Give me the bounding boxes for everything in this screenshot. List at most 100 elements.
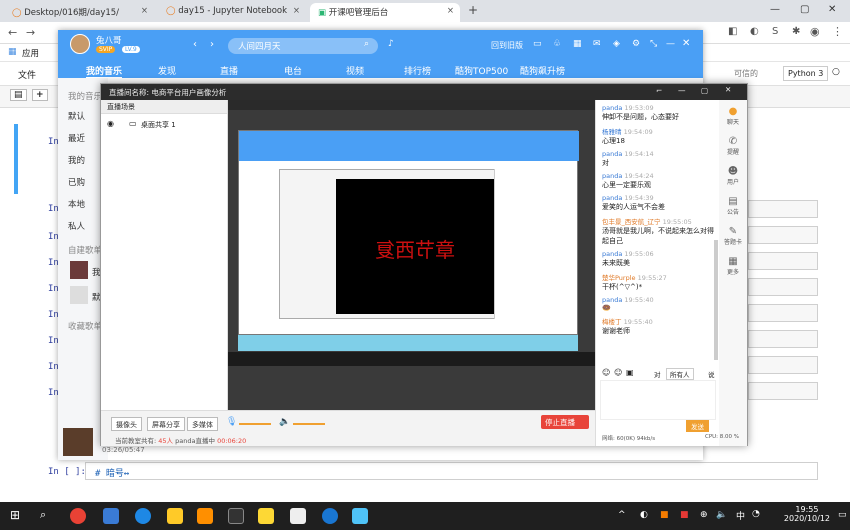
chat-author-name[interactable]: panda [602,250,622,258]
tool-more[interactable]: ▦ 更多 [721,256,745,276]
code-cell[interactable] [748,356,818,374]
forward-icon[interactable]: → [26,26,35,39]
nav-charts[interactable]: 排行榜 [404,64,431,77]
puzzle-icon[interactable]: ✱ [792,26,800,37]
device-icon[interactable]: ▭ [533,39,542,49]
app-icon[interactable] [352,508,368,524]
chat-author-name[interactable]: 杨雅晴 [602,128,622,136]
minimize-icon[interactable]: — [666,39,675,49]
bookmarks-apps-label[interactable]: 应用 [22,47,39,59]
stop-live-button[interactable]: 停止直播 [541,415,589,429]
tray-icon[interactable]: ⊕ [700,510,708,520]
send-button[interactable]: 发送 [686,420,709,432]
search-icon[interactable]: ⌕ [40,508,46,522]
maximize-icon[interactable]: ▢ [701,86,708,95]
chat-author-name[interactable]: panda [602,296,622,304]
app-icon[interactable] [103,508,119,524]
tab-admin[interactable]: ▣ 开课吧管理后台 × [310,3,460,22]
nav-discover[interactable]: 发现 [158,64,176,77]
notification-icon[interactable]: ▭ [838,510,847,520]
ime-indicator[interactable]: 中 [736,509,745,522]
mail-icon[interactable]: ✉ [593,39,601,49]
code-cell[interactable] [748,278,818,296]
nav-rising[interactable]: 酷狗飙升榜 [520,64,565,77]
terminal-icon[interactable] [228,508,244,524]
menu-file[interactable]: 文件 [18,68,36,81]
chat-author-name[interactable]: panda [602,194,622,202]
minimize-icon[interactable]: — [678,86,686,95]
back-icon[interactable]: ‹ [193,39,197,50]
tool-users[interactable]: ☻ 用户 [721,166,745,186]
tray-icon[interactable]: ◐ [640,510,648,520]
tool-remind[interactable]: ✆ 提醒 [721,136,745,156]
forward-icon[interactable]: › [210,39,214,50]
extension-icon[interactable]: ◧ [728,26,737,37]
search-input[interactable]: 人间四月天 [228,38,378,54]
tray-icon[interactable]: ■ [660,510,669,520]
shirt-icon[interactable]: ♧ [553,39,561,49]
nav-video[interactable]: 视频 [346,64,364,77]
code-cell[interactable] [748,226,818,244]
gear-icon[interactable]: ⚙ [632,39,640,49]
profile-icon[interactable]: ◉ [810,25,820,38]
sidebar-item-default[interactable]: 默认 [68,110,85,122]
tool-notice[interactable]: ▤ 公告 [721,196,745,216]
chat-author-name[interactable]: panda [602,104,622,112]
emoji-icon[interactable]: ☺ [614,368,622,377]
close-icon[interactable]: × [141,6,148,16]
close-icon[interactable]: × [447,6,454,16]
sidebar-item-favorites[interactable]: 我的 [68,154,85,166]
code-cell[interactable] [748,200,818,218]
nav-live[interactable]: 直播 [220,64,238,77]
playlist-cover[interactable] [70,261,88,279]
add-cell-icon[interactable]: + [32,89,48,101]
tool-answer-card[interactable]: ✎ 答题卡 [721,226,745,246]
tab-desktop[interactable]: ◯ Desktop/016期/day15/ × [4,3,154,22]
chat-author-name[interactable]: 楚华Purple [602,274,636,282]
extension-icon[interactable]: ◐ [750,26,759,37]
nav-my-music[interactable]: 我的音乐 [86,64,123,79]
nav-radio[interactable]: 电台 [284,64,302,77]
mic-volume-slider[interactable] [239,423,271,425]
tray-icon[interactable]: ◔ [752,509,760,519]
camera-button[interactable]: 摄像头 [111,417,142,431]
minimize-icon[interactable]: — [770,4,780,15]
close-icon[interactable]: ✕ [828,4,836,15]
now-playing-cover[interactable] [63,428,93,456]
shield-icon[interactable]: ◈ [613,39,620,49]
close-icon[interactable]: ✕ [725,85,731,94]
app-icon[interactable] [197,508,213,524]
code-cell[interactable] [748,304,818,322]
code-cell[interactable] [748,252,818,270]
extension-icon[interactable]: S [772,26,778,37]
folder-icon[interactable] [167,508,183,524]
save-icon[interactable]: ▤ [10,89,27,101]
close-icon[interactable]: × [293,6,300,16]
cell-code[interactable]: # 暗号↔ [95,466,129,479]
pin-icon[interactable]: ⌐ [656,86,662,95]
tray-icon[interactable]: ■ [680,510,689,520]
nav-top500[interactable]: 酷狗TOP500 [455,64,508,77]
chat-author-name[interactable]: 梅楼丁 [602,318,622,326]
chat-author-name[interactable]: panda [602,172,622,180]
kugou-icon[interactable] [322,508,338,524]
close-icon[interactable]: ✕ [682,38,690,49]
mic-icon[interactable]: 🎙 [226,417,237,427]
sidebar-item-purchased[interactable]: 已购 [68,176,85,188]
chat-author-name[interactable]: 包丰景_西安航_辽宁 [602,218,661,226]
sidebar-item-private[interactable]: 私人 [68,220,85,232]
new-tab-button[interactable]: + [468,3,478,17]
tray-up-icon[interactable]: ^ [618,510,626,520]
clock[interactable]: 19:55 2020/10/12 [784,505,830,523]
sidebar-item-recent[interactable]: 最近 [68,132,85,144]
active-code-cell[interactable] [85,462,818,480]
app-icon[interactable] [258,508,274,524]
code-cell[interactable] [748,382,818,400]
multimedia-button[interactable]: 多媒体 [187,417,218,431]
speaker-volume-slider[interactable] [293,423,325,425]
chat-author-name[interactable]: panda [602,150,622,158]
screen-share-button[interactable]: 屏幕分享 [147,417,185,431]
tool-chat[interactable]: ● 聊天 [721,106,745,126]
eye-icon[interactable]: ◉ [107,119,114,128]
speaker-icon[interactable]: 🔈 [279,417,290,427]
